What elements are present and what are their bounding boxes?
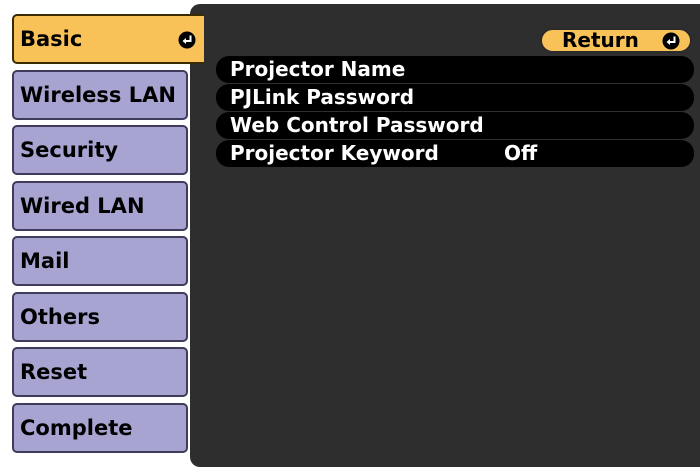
item-label: PJLink Password (230, 85, 415, 109)
menu-item-web-control-password[interactable]: Web Control Password (216, 112, 694, 139)
tab-label: Mail (20, 249, 70, 273)
enter-icon (178, 31, 196, 49)
tab-label: Others (20, 305, 100, 329)
return-button[interactable]: Return (540, 28, 692, 53)
tab-label: Security (20, 138, 119, 162)
tab-others[interactable]: Others (12, 292, 188, 342)
tab-basic[interactable]: Basic (12, 14, 204, 64)
tab-reset[interactable]: Reset (12, 347, 188, 397)
menu-item-projector-keyword[interactable]: Projector Keyword Off (216, 140, 694, 167)
return-label: Return (562, 28, 639, 52)
menu-item-projector-name[interactable]: Projector Name (216, 56, 694, 83)
tab-label: Basic (20, 27, 83, 51)
tab-security[interactable]: Security (12, 125, 188, 175)
tab-wireless-lan[interactable]: Wireless LAN (12, 70, 188, 120)
tab-label: Wireless LAN (20, 83, 176, 107)
tab-mail[interactable]: Mail (12, 236, 188, 286)
item-label: Web Control Password (230, 113, 484, 137)
item-value: Off (504, 141, 538, 165)
tab-label: Wired LAN (20, 194, 145, 218)
tab-wired-lan[interactable]: Wired LAN (12, 181, 188, 231)
item-label: Projector Keyword (230, 141, 439, 165)
network-settings-screen: Basic Wireless LAN Security Wired LAN Ma… (0, 0, 700, 467)
tab-label: Complete (20, 416, 133, 440)
tab-label: Reset (20, 360, 88, 384)
settings-panel: Return Projector Name PJLink Password We… (190, 4, 700, 467)
menu-item-pjlink-password[interactable]: PJLink Password (216, 84, 694, 111)
tab-complete[interactable]: Complete (12, 403, 188, 453)
item-label: Projector Name (230, 57, 406, 81)
sidebar: Basic Wireless LAN Security Wired LAN Ma… (12, 14, 204, 464)
enter-icon (662, 32, 680, 50)
